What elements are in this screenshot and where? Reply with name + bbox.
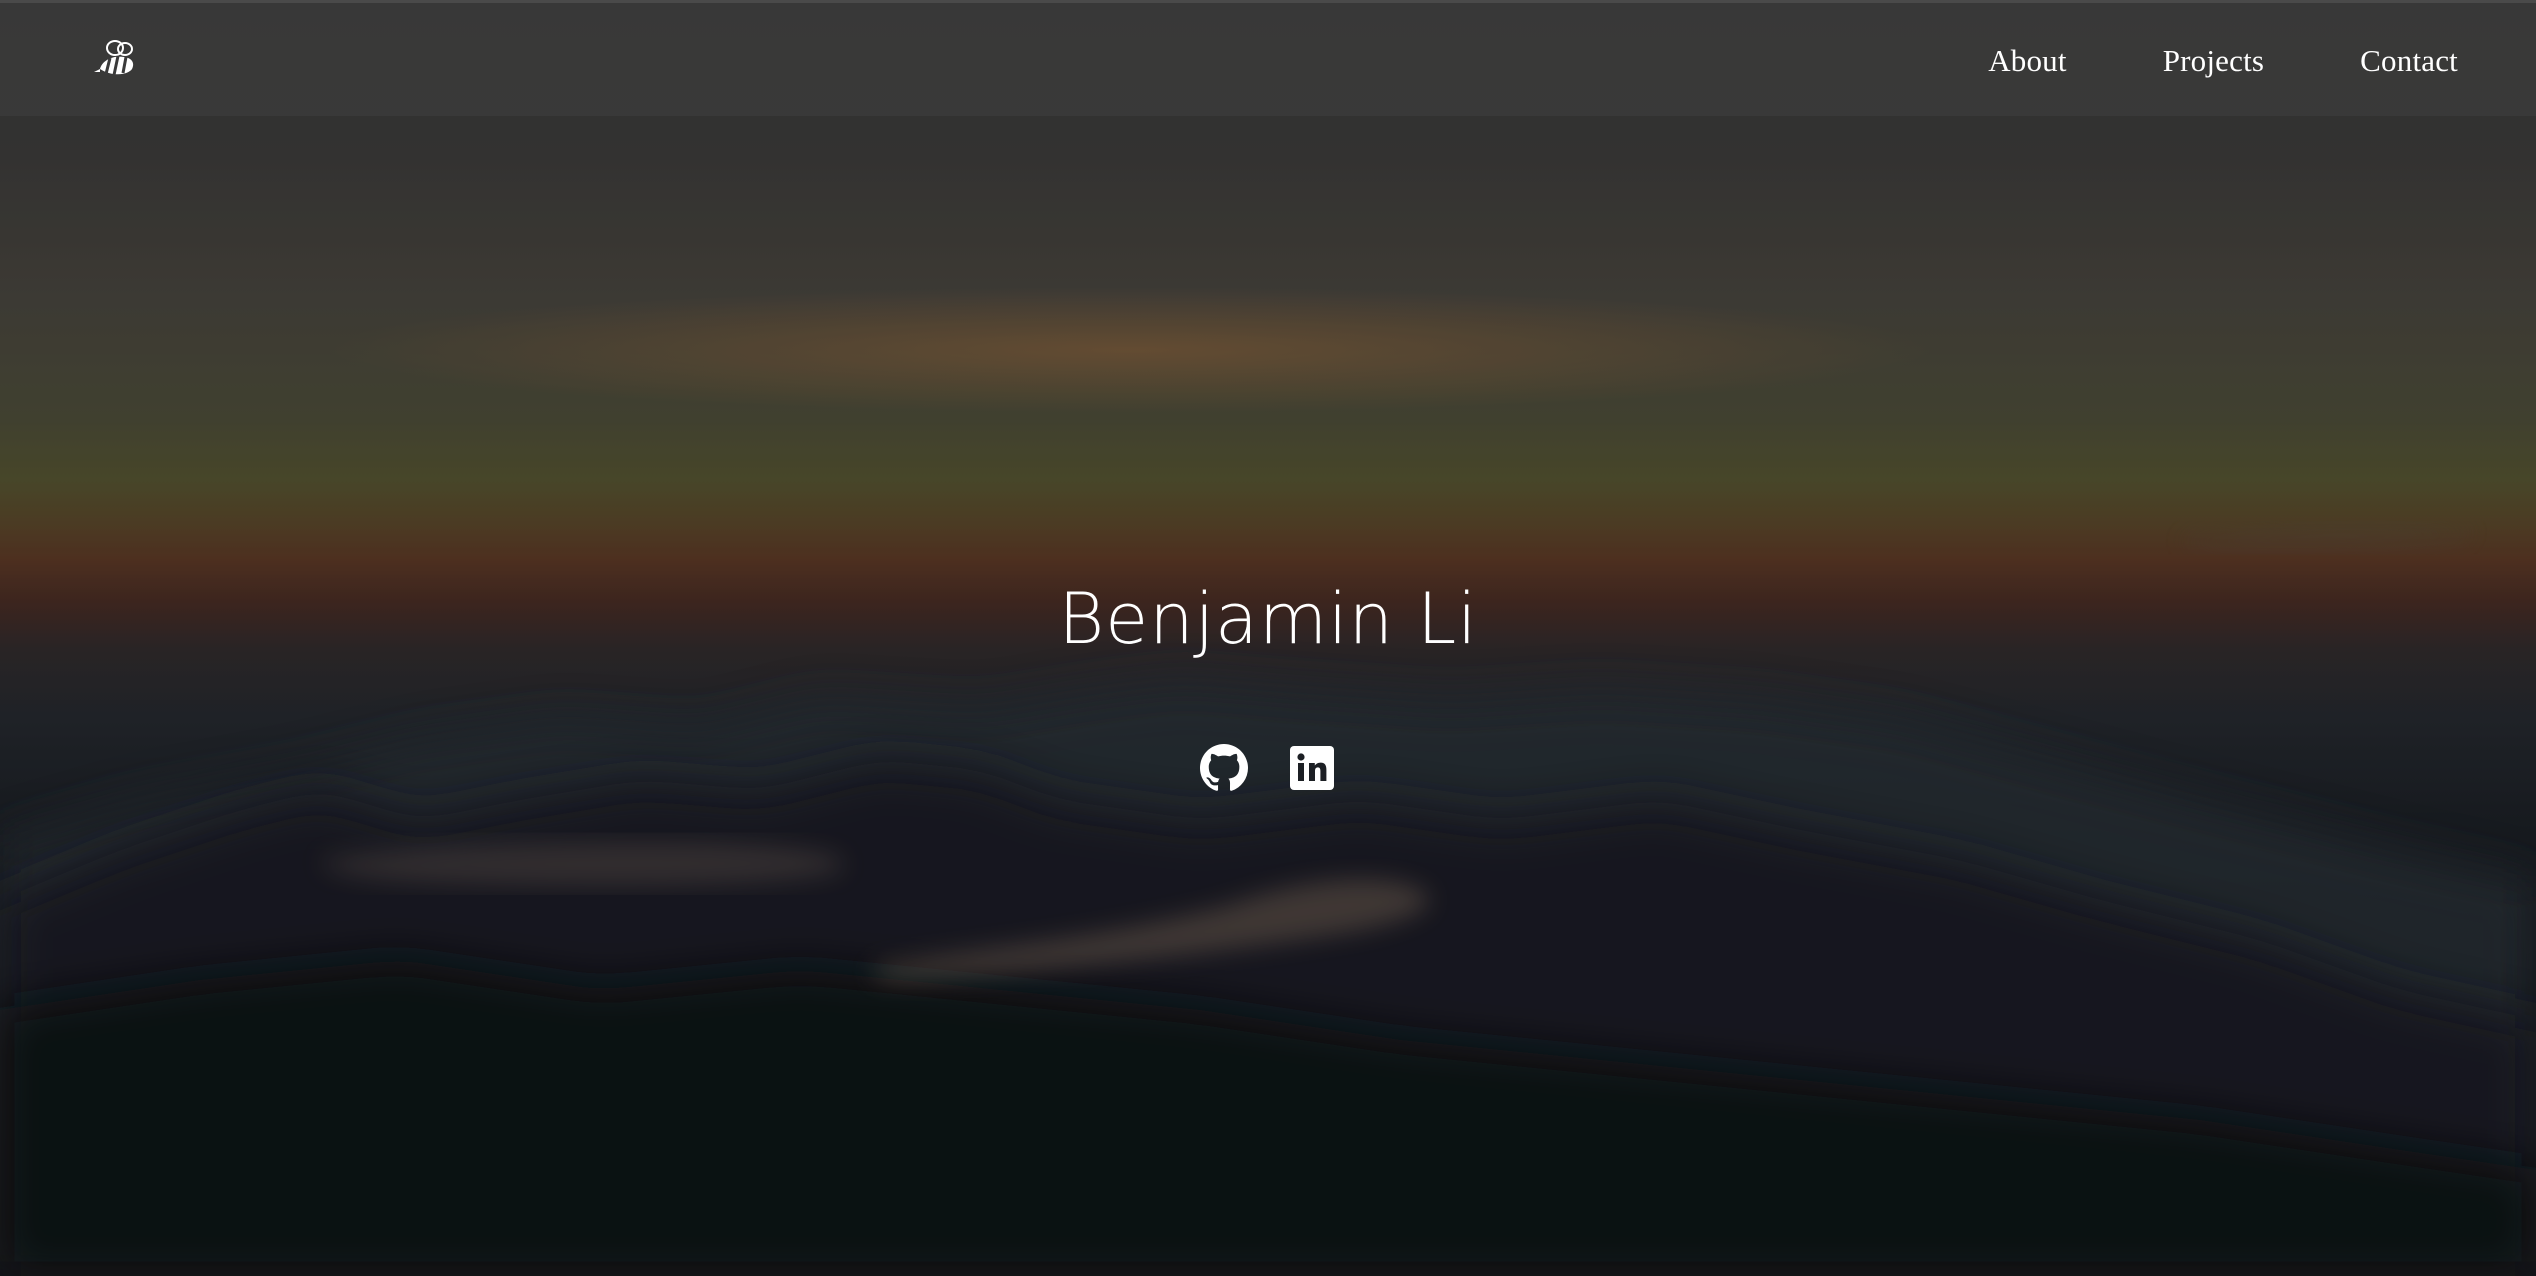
main-nav: About Projects Contact [1892,3,2458,119]
linkedin-icon[interactable] [1288,744,1336,792]
nav-about-link[interactable]: About [1988,43,2067,79]
page: About Projects Contact Benjamin Li [0,0,2536,1276]
nav-contact-link[interactable]: Contact [2360,43,2458,79]
top-navbar: About Projects Contact [0,0,2536,116]
bee-logo-icon[interactable] [92,39,138,81]
nav-projects-link[interactable]: Projects [2163,43,2264,79]
hero-name-title: Benjamin Li [1058,578,1478,660]
github-icon[interactable] [1200,744,1248,792]
hero-section: Benjamin Li [0,0,2536,1276]
social-links [0,744,2536,792]
